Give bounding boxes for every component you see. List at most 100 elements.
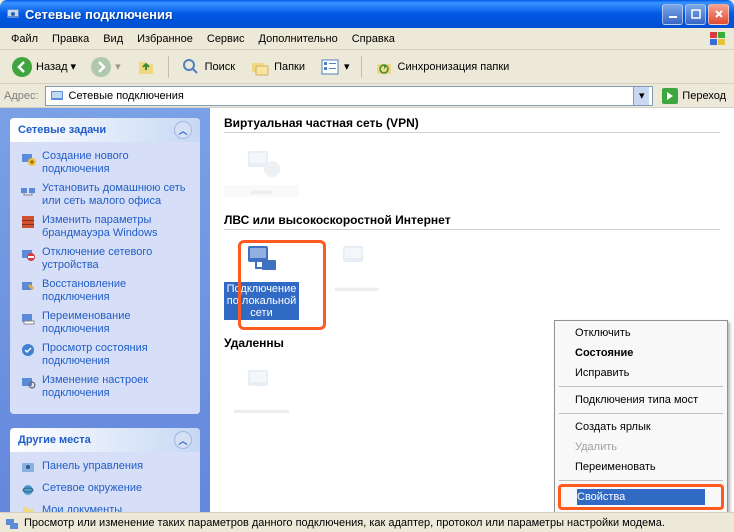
forward-button[interactable]: ▾	[85, 53, 126, 81]
menu-favorites[interactable]: Избранное	[130, 31, 200, 47]
windows-flag-icon	[708, 30, 730, 48]
back-button[interactable]: Назад ▾	[6, 53, 81, 81]
task-home-network[interactable]: Установить домашнюю сеть или сеть малого…	[20, 182, 190, 208]
properties-icon	[20, 374, 36, 390]
sidebar: Сетевые задачи ︿ Создание нового подключ…	[0, 108, 210, 512]
lan-connection-item-2[interactable]: ▬▬▬▬	[319, 238, 394, 320]
search-button[interactable]: Поиск	[175, 53, 240, 81]
menu-tools[interactable]: Сервис	[200, 31, 252, 47]
home-network-icon	[20, 182, 36, 198]
folders-icon	[249, 56, 271, 78]
new-connection-icon	[20, 150, 36, 166]
window-title: Сетевые подключения	[25, 7, 662, 22]
task-properties[interactable]: Изменение настроек подключения	[20, 374, 190, 400]
menu-separator	[559, 413, 723, 414]
menu-extra[interactable]: Дополнительно	[252, 31, 345, 47]
go-button[interactable]: Переход	[657, 87, 730, 105]
window-icon	[5, 6, 21, 22]
documents-icon	[20, 504, 36, 512]
toolbar: Назад ▾ ▾ Поиск Папки ▾ Синхронизация па…	[0, 50, 734, 84]
remote-connection-item[interactable]: ▬▬▬▬▬	[224, 360, 299, 416]
close-button[interactable]	[708, 4, 729, 25]
firewall-icon	[20, 214, 36, 230]
menubar: Файл Правка Вид Избранное Сервис Дополни…	[0, 28, 734, 50]
address-label: Адрес:	[4, 90, 41, 102]
section-lan: ЛВС или высокоскоростной Интернет	[224, 213, 720, 230]
task-disable[interactable]: Отключение сетевого устройства	[20, 246, 190, 272]
task-repair[interactable]: Восстановление подключения	[20, 278, 190, 304]
go-icon	[661, 87, 679, 105]
other-places-header[interactable]: Другие места ︿	[10, 428, 200, 452]
repair-icon	[20, 278, 36, 294]
up-button[interactable]	[130, 53, 162, 81]
folders-button[interactable]: Папки	[244, 53, 310, 81]
cm-shortcut[interactable]: Создать ярлык	[557, 417, 725, 437]
collapse-icon[interactable]: ︿	[174, 121, 192, 139]
statusbar-text: Просмотр или изменение таких параметров …	[24, 517, 665, 529]
address-icon	[49, 88, 65, 104]
addressbar: Адрес: Сетевые подключения ▾ Переход	[0, 84, 734, 108]
maximize-button[interactable]	[685, 4, 706, 25]
go-label: Переход	[682, 90, 726, 102]
connection-icon	[337, 238, 377, 278]
network-tasks-header[interactable]: Сетевые задачи ︿	[10, 118, 200, 142]
task-firewall[interactable]: Изменить параметры брандмауэра Windows	[20, 214, 190, 240]
connection-icon	[242, 360, 282, 400]
chevron-down-icon: ▾	[344, 60, 350, 73]
task-rename[interactable]: Переименование подключения	[20, 310, 190, 336]
section-vpn: Виртуальная частная сеть (VPN)	[224, 116, 720, 133]
cm-status[interactable]: Состояние	[557, 343, 725, 363]
views-button[interactable]: ▾	[314, 53, 355, 81]
highlight-properties: Свойства	[558, 484, 724, 510]
chevron-down-icon: ▾	[115, 60, 121, 73]
menu-help[interactable]: Справка	[345, 31, 402, 47]
connection-icon	[242, 141, 282, 181]
menu-edit[interactable]: Правка	[45, 31, 96, 47]
folder-up-icon	[135, 56, 157, 78]
search-label: Поиск	[205, 61, 235, 73]
content-area: Виртуальная частная сеть (VPN) ▬▬ ЛВС ил…	[210, 108, 734, 512]
other-places-panel: Другие места ︿ Панель управления Сетевое…	[10, 428, 200, 512]
address-dropdown[interactable]: ▾	[633, 87, 649, 105]
cm-repair[interactable]: Исправить	[557, 363, 725, 383]
task-new-connection[interactable]: Создание нового подключения	[20, 150, 190, 176]
panel-title: Другие места	[18, 434, 91, 446]
chevron-down-icon: ▾	[71, 60, 77, 73]
sync-button[interactable]: Синхронизация папки	[368, 53, 515, 81]
place-documents[interactable]: Мои документы	[20, 504, 190, 512]
menu-separator	[559, 386, 723, 387]
task-status[interactable]: Просмотр состояния подключения	[20, 342, 190, 368]
connection-status-icon	[4, 515, 20, 531]
back-label: Назад	[36, 61, 68, 73]
cm-disable[interactable]: Отключить	[557, 323, 725, 343]
place-network[interactable]: Сетевое окружение	[20, 482, 190, 498]
minimize-button[interactable]	[662, 4, 683, 25]
collapse-icon[interactable]: ︿	[174, 431, 192, 449]
cm-rename[interactable]: Переименовать	[557, 457, 725, 477]
cm-bridge[interactable]: Подключения типа мост	[557, 390, 725, 410]
connection-label: ▬▬	[224, 185, 299, 197]
network-places-icon	[20, 482, 36, 498]
connection-label: ▬▬▬▬	[319, 282, 394, 294]
back-icon	[11, 56, 33, 78]
views-icon	[319, 56, 341, 78]
disable-icon	[20, 246, 36, 262]
connection-label: ▬▬▬▬▬	[224, 404, 299, 416]
network-tasks-panel: Сетевые задачи ︿ Создание нового подключ…	[10, 118, 200, 414]
vpn-connection-item[interactable]: ▬▬	[224, 141, 299, 197]
forward-icon	[90, 56, 112, 78]
cm-delete: Удалить	[557, 437, 725, 457]
address-field[interactable]: Сетевые подключения ▾	[45, 86, 654, 106]
rename-icon	[20, 310, 36, 326]
menu-view[interactable]: Вид	[96, 31, 130, 47]
cm-properties[interactable]: Свойства	[577, 489, 705, 505]
control-panel-icon	[20, 460, 36, 476]
menu-separator	[559, 480, 723, 481]
titlebar: Сетевые подключения	[0, 0, 734, 28]
address-value: Сетевые подключения	[69, 90, 630, 102]
menu-file[interactable]: Файл	[4, 31, 45, 47]
panel-title: Сетевые задачи	[18, 124, 106, 136]
place-control-panel[interactable]: Панель управления	[20, 460, 190, 476]
status-icon	[20, 342, 36, 358]
search-icon	[180, 56, 202, 78]
